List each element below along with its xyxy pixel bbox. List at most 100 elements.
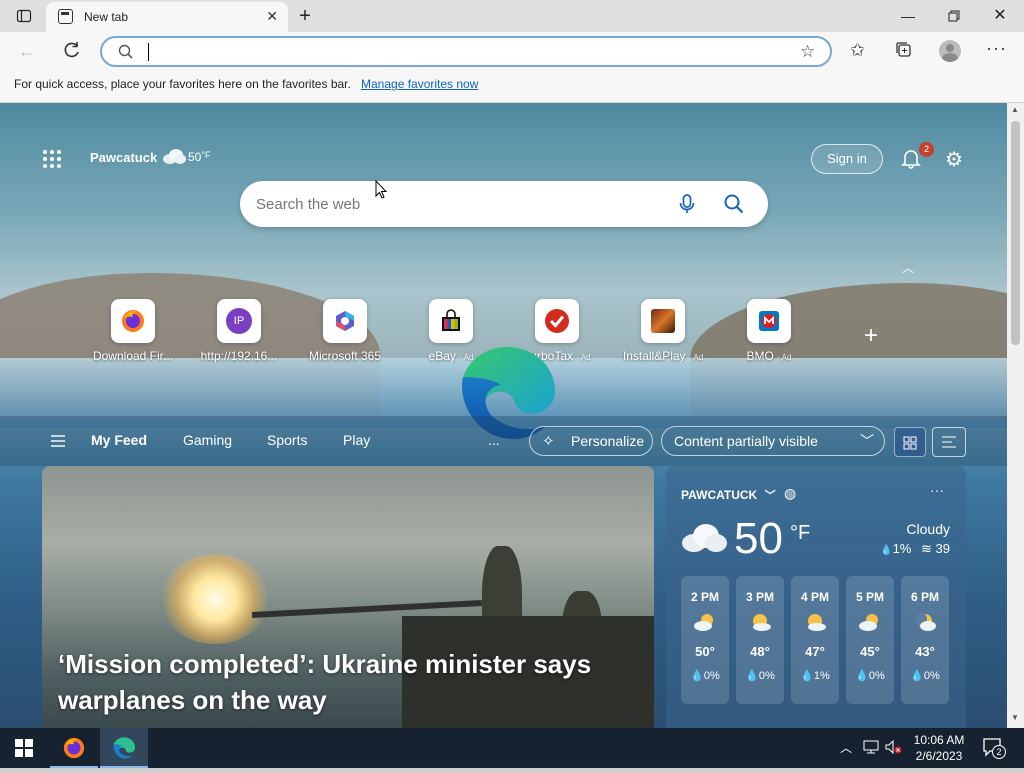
tab-gaming[interactable]: Gaming	[183, 432, 232, 448]
tab-new-tab[interactable]: New tab ✕	[46, 2, 288, 32]
sunny-cloudy-icon	[803, 612, 827, 632]
taskbar-edge-icon[interactable]	[100, 728, 148, 768]
tab-actions-icon[interactable]	[12, 0, 36, 35]
collapse-chevron-icon[interactable]: ︿	[902, 259, 914, 276]
globe-icon[interactable]: ◍	[784, 485, 796, 502]
manage-favorites-link[interactable]: Manage favorites now	[361, 77, 478, 91]
hourly-forecast[interactable]: 2 PM 50° 💧0%	[681, 576, 729, 704]
bmo-icon	[747, 299, 791, 343]
ad-tag: · Ad	[688, 353, 704, 362]
personalize-label: Personalize	[571, 433, 645, 449]
more-menu-icon[interactable]: ···	[986, 38, 1007, 59]
system-clock[interactable]: 10:06 AM 2/6/2023	[904, 732, 974, 764]
weather-condition: Cloudy	[906, 521, 950, 537]
start-windows-icon[interactable]	[0, 728, 48, 768]
feed-more-button[interactable]: ...	[488, 432, 500, 448]
scroll-up-icon[interactable]: ▲	[1011, 105, 1019, 114]
partly-cloudy-icon	[858, 612, 882, 632]
firefox-icon	[111, 299, 155, 343]
tab-play[interactable]: Play	[343, 432, 370, 448]
favorites-bar: For quick access, place your favorites h…	[0, 72, 1024, 103]
refresh-icon[interactable]	[62, 40, 82, 65]
favorites-icon[interactable]: ✩	[850, 40, 865, 61]
quick-link-microsoft-365[interactable]: Microsoft 365	[292, 299, 398, 363]
feed-navigation: My Feed Gaming Sports Play ... ✧ Persona…	[0, 416, 1007, 466]
restore-icon[interactable]	[942, 0, 966, 33]
show-hidden-icons-icon[interactable]: ︿	[840, 739, 852, 756]
settings-gear-icon[interactable]: ⚙	[945, 147, 963, 172]
hourly-forecast[interactable]: 5 PM 45° 💧0%	[846, 576, 894, 704]
personalize-button[interactable]: ✧ Personalize	[529, 426, 653, 456]
weather-temp: 50	[734, 514, 783, 563]
chevron-down-icon: ﹀	[764, 490, 776, 502]
volume-muted-icon[interactable]	[885, 739, 903, 759]
tab-strip: New tab ✕ + — ✕	[0, 0, 1024, 32]
quick-link-label: Download Fir...	[92, 349, 174, 363]
quick-link-label: http://192.16...	[200, 349, 278, 363]
scroll-down-icon[interactable]: ▼	[1011, 713, 1019, 722]
action-center-icon[interactable]: 2	[982, 737, 1006, 762]
ip-icon: IP	[217, 299, 261, 343]
weather-more-icon[interactable]: ···	[930, 482, 944, 498]
quick-link-install-play[interactable]: Install&Play · Ad	[610, 299, 716, 363]
cloud-icon	[162, 148, 186, 164]
mouse-cursor-icon	[375, 179, 388, 204]
new-tab-page: Pawcatuck 50°F Sign in 2 ⚙ Search the we…	[0, 103, 1007, 728]
quick-link-firefox[interactable]: Download Fir...	[80, 299, 186, 363]
address-input[interactable]	[148, 43, 748, 61]
quick-link-ip[interactable]: IP http://192.16...	[186, 299, 292, 363]
weather-details: 💧1% ≋ 39	[880, 541, 950, 556]
hourly-forecast[interactable]: 3 PM 48° 💧0%	[736, 576, 784, 704]
header-temp: 50°F	[188, 150, 211, 164]
hourly-forecast[interactable]: 4 PM 47° 💧1%	[791, 576, 839, 704]
weather-card[interactable]: PAWCATUCK ﹀ ◍ ··· 50 °F Cloudy 💧1% ≋ 39 …	[666, 466, 966, 728]
scrollbar-thumb[interactable]	[1011, 121, 1020, 345]
hourly-forecast[interactable]: 6 PM 43° 💧0%	[901, 576, 949, 704]
close-window-icon[interactable]: ✕	[988, 0, 1012, 32]
close-tab-icon[interactable]: ✕	[266, 8, 278, 25]
wind-icon: ≋	[921, 541, 932, 556]
network-icon[interactable]	[863, 740, 879, 759]
ip-badge: IP	[226, 308, 252, 334]
turbotax-check-icon	[535, 299, 579, 343]
profile-avatar[interactable]	[939, 40, 961, 62]
quick-link-label: Install&Play	[622, 349, 686, 363]
windows-taskbar: ︿ 10:06 AM 2/6/2023 2	[0, 728, 1024, 768]
list-layout-icon[interactable]	[932, 427, 966, 457]
web-search-box[interactable]: Search the web	[240, 181, 768, 227]
precip-drop-icon: 💧	[880, 545, 893, 556]
tab-sports[interactable]: Sports	[267, 432, 307, 448]
apps-launcher-icon[interactable]	[42, 149, 62, 169]
ebay-bag-icon	[429, 299, 473, 343]
news-headline[interactable]: ‘Mission completed’: Ukraine minister sa…	[58, 646, 638, 718]
sign-in-button[interactable]: Sign in	[811, 144, 883, 174]
add-favorite-icon[interactable]: ☆	[800, 42, 815, 62]
new-tab-icon	[58, 9, 73, 24]
content-visibility-dropdown[interactable]: Content partially visible ﹀	[661, 426, 885, 456]
content-visibility-value: Content partially visible	[674, 433, 818, 449]
quick-link-label: BMO	[746, 349, 774, 363]
tab-my-feed[interactable]: My Feed	[91, 432, 147, 448]
collections-icon[interactable]	[895, 41, 913, 64]
minimize-icon[interactable]: —	[896, 0, 920, 32]
new-tab-plus-icon[interactable]: +	[294, 0, 316, 32]
notification-badge: 2	[919, 142, 934, 157]
weather-location[interactable]: PAWCATUCK ﹀	[681, 487, 776, 503]
clock-time: 10:06 AM	[913, 733, 965, 747]
taskbar-firefox-icon[interactable]	[50, 728, 98, 768]
grid-layout-icon[interactable]	[894, 427, 926, 457]
web-search-icon[interactable]	[724, 194, 744, 219]
sunny-cloudy-icon	[748, 612, 772, 632]
feed-menu-icon[interactable]	[50, 434, 66, 453]
add-quick-link-icon[interactable]: +	[864, 322, 878, 350]
back-icon[interactable]: ←	[18, 41, 36, 62]
notifications-bell-icon[interactable]: 2	[900, 142, 934, 169]
address-bar[interactable]: ☆	[100, 36, 832, 67]
chevron-down-icon: ﹀	[860, 433, 874, 449]
quick-link-bmo[interactable]: BMO · Ad	[716, 299, 822, 363]
web-search-placeholder: Search the web	[256, 196, 361, 213]
header-location[interactable]: Pawcatuck	[90, 150, 157, 165]
news-card[interactable]: ‘Mission completed’: Ukraine minister sa…	[42, 466, 654, 728]
microphone-icon[interactable]	[678, 194, 696, 219]
page-scrollbar[interactable]: ▲ ▼	[1007, 103, 1024, 728]
